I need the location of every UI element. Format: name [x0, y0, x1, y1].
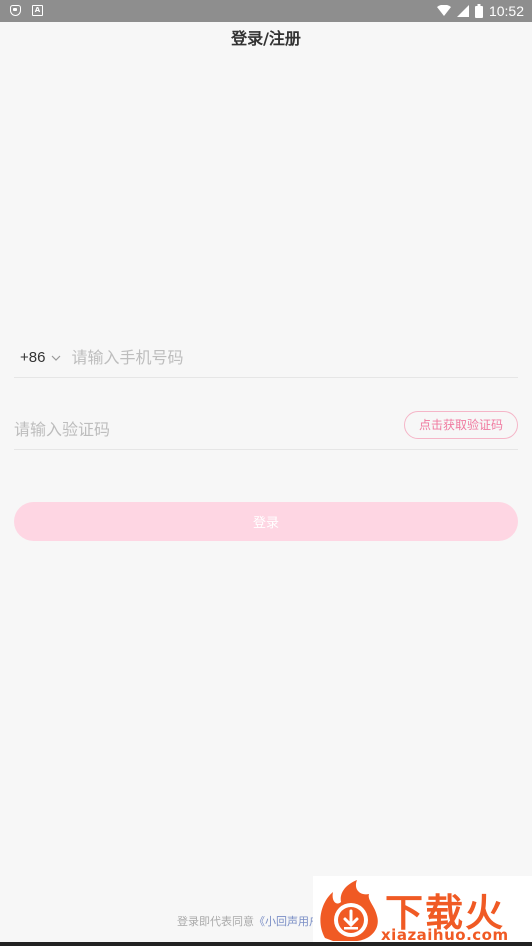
watermark: 下载火 xiazaihuo.com — [313, 876, 532, 946]
agreement-prefix: 登录即代表同意 — [177, 915, 254, 928]
bottom-edge — [0, 942, 532, 946]
signal-icon — [456, 5, 469, 17]
login-screen: A 10:52 登录/注册 +86 点击获取验证码 — [0, 0, 532, 946]
phone-row: +86 — [14, 338, 518, 378]
phone-input[interactable] — [71, 342, 452, 373]
agreement-text: 登录即代表同意《小回声用户 — [177, 913, 320, 929]
page-title: 登录/注册 — [231, 29, 301, 48]
get-code-button[interactable]: 点击获取验证码 — [403, 410, 518, 439]
battery-icon — [474, 4, 483, 18]
a-letter-icon: A — [32, 5, 43, 16]
shield-icon — [10, 5, 21, 16]
download-fire-logo-icon — [320, 880, 378, 941]
code-row: 点击获取验证码 — [14, 410, 518, 450]
agreement-link[interactable]: 《小回声用户 — [254, 915, 320, 928]
status-bar-right: 10:52 — [436, 0, 524, 22]
chevron-down-icon[interactable] — [51, 354, 61, 362]
wifi-icon — [436, 5, 451, 16]
verification-code-input[interactable] — [14, 414, 314, 445]
status-bar: A 10:52 — [0, 0, 532, 22]
country-code-selector[interactable]: +86 — [20, 349, 45, 366]
login-button[interactable]: 登录 — [14, 502, 518, 541]
status-time: 10:52 — [488, 3, 524, 19]
